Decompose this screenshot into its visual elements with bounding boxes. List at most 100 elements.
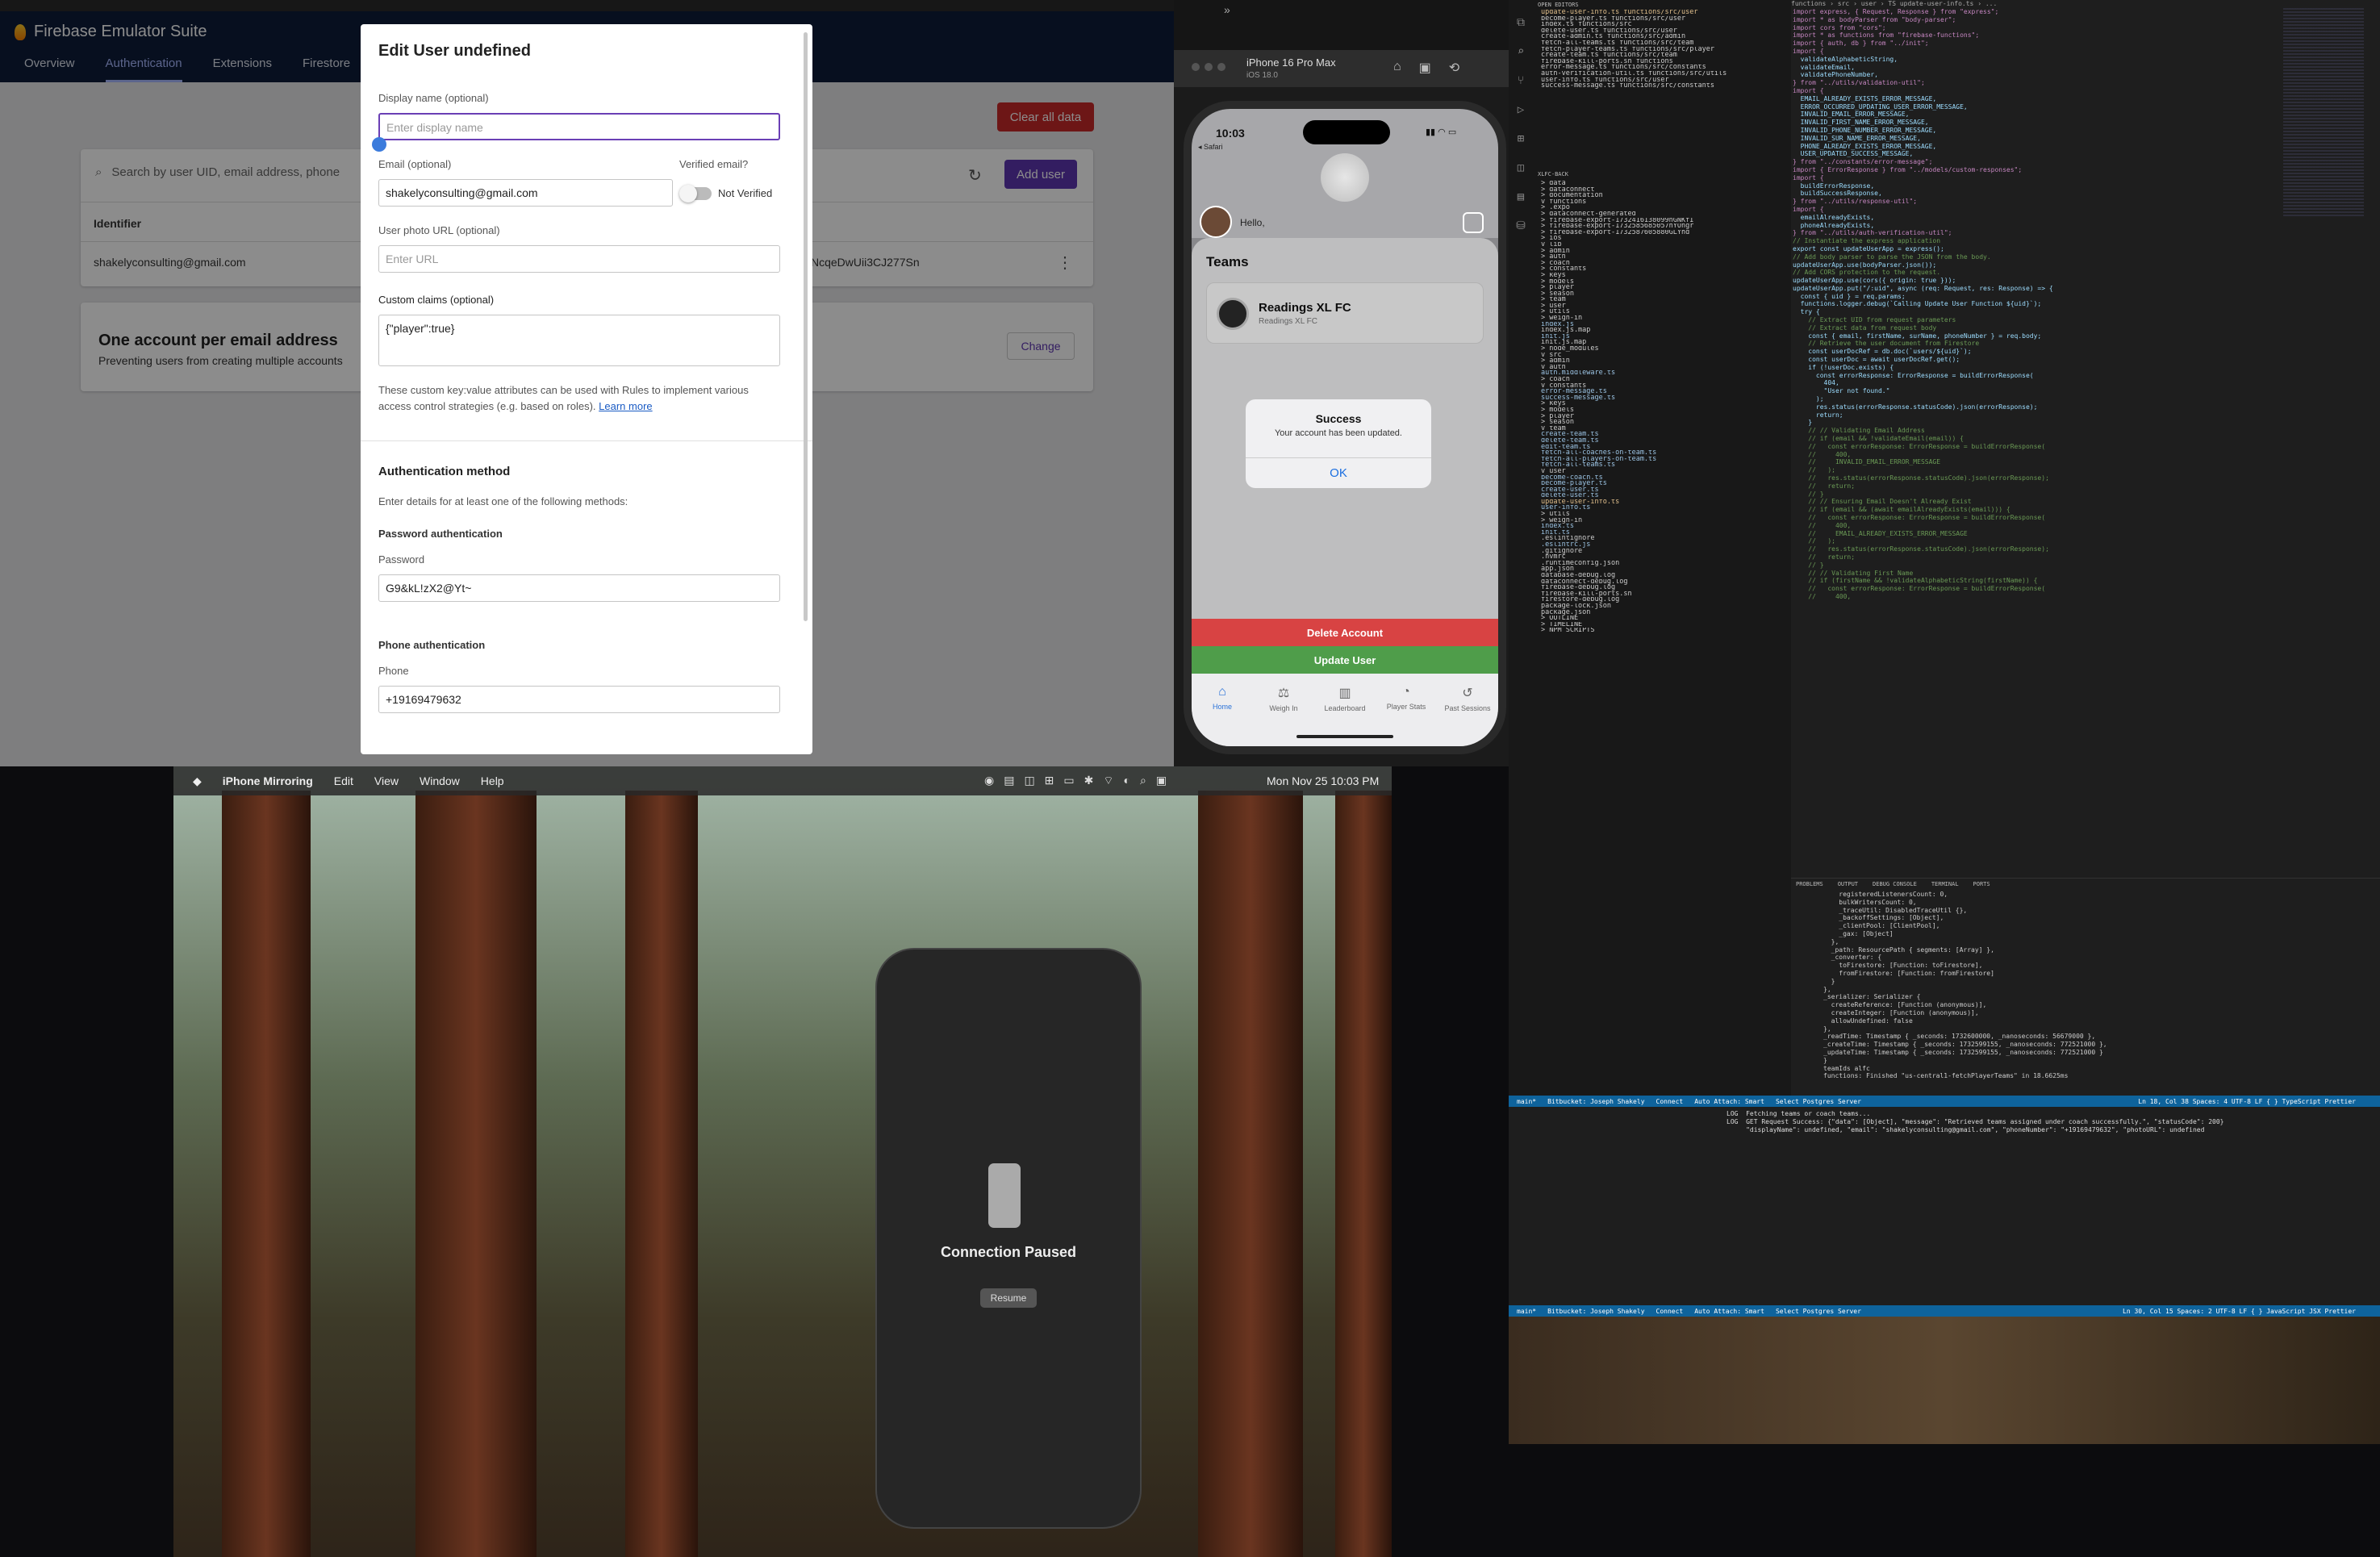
tree-item[interactable]: > keys — [1541, 401, 1783, 407]
terminal-line[interactable]: }, — [1823, 938, 2356, 946]
code-line[interactable]: // EMAIL_ALREADY_EXISTS_ERROR_MESSAGE — [1793, 530, 2228, 538]
code-line[interactable]: emailAlreadyExists, — [1793, 214, 2228, 222]
tree-item[interactable]: > admin — [1541, 248, 1783, 255]
log-line[interactable]: "displayName": undefined, "email": "shak… — [1727, 1126, 2380, 1134]
code-line[interactable]: try { — [1793, 308, 2228, 316]
terminal-line[interactable]: _readTime: Timestamp { _seconds: 1732600… — [1823, 1033, 2356, 1041]
panel-tab[interactable]: PROBLEMS — [1796, 881, 1823, 887]
terminal-line[interactable]: createInteger: [Function (anonymous)], — [1823, 1009, 2356, 1017]
auto-attach-2[interactable]: Auto Attach: Smart — [1694, 1308, 1764, 1315]
terminal-line[interactable]: _gax: [Object] — [1823, 930, 2356, 938]
tree-item[interactable]: update-user-info.ts — [1541, 499, 1783, 506]
tree-item[interactable]: > ios — [1541, 236, 1783, 242]
terminal-line[interactable]: }, — [1823, 1025, 2356, 1033]
panel-tabs[interactable]: PROBLEMS OUTPUT DEBUG CONSOLE TERMINAL PORTS — [1791, 878, 2380, 889]
display-name-input[interactable]: Enter display name — [378, 113, 780, 140]
terminal-line[interactable]: functions: Finished "us-central1-fetchPl… — [1823, 1072, 2356, 1080]
tree-item[interactable]: > user — [1541, 303, 1783, 310]
code-line[interactable]: // res.status(errorResponse.statusCode).… — [1793, 545, 2228, 553]
menu-view[interactable]: View — [374, 774, 399, 787]
tree-item[interactable]: auth.middleware.ts — [1541, 370, 1783, 377]
code-line[interactable]: const { uid } = req.params; — [1793, 293, 2228, 301]
code-line[interactable]: import { — [1793, 174, 2228, 182]
panel-tab[interactable]: TERMINAL — [1931, 881, 1959, 887]
code-line[interactable]: // res.status(errorResponse.statusCode).… — [1793, 474, 2228, 482]
tree-item[interactable]: firebase-debug.log — [1541, 585, 1783, 591]
tree-item[interactable]: success-message.ts — [1541, 395, 1783, 402]
open-editor-item[interactable]: success-message.ts functions/src/constan… — [1541, 83, 1783, 90]
tree-item[interactable]: v functions — [1541, 199, 1783, 206]
code-line[interactable]: // if (email && (await emailAlreadyExist… — [1793, 506, 2228, 514]
terminal-line[interactable]: _converter: { — [1823, 954, 2356, 962]
code-line[interactable]: import express, { Request, Response } fr… — [1793, 8, 2228, 16]
code-line[interactable]: const userDoc = await userDocRef.get(); — [1793, 356, 2228, 364]
open-editor-item[interactable]: create-team.ts functions/src/team — [1541, 52, 1783, 59]
bitbucket[interactable]: Bitbucket: Joseph Shakely — [1547, 1098, 1644, 1105]
open-editor-item[interactable]: create-admin.ts functions/src/admin — [1541, 34, 1783, 40]
code-line[interactable]: USER_UPDATED_SUCCESS_MESSAGE, — [1793, 150, 2228, 158]
connect[interactable]: Connect — [1656, 1098, 1684, 1105]
panel-tab[interactable]: OUTPUT — [1838, 881, 1858, 887]
open-editors-list[interactable]: update-user-info.ts functions/src/user be… — [1541, 10, 1783, 90]
code-line[interactable]: // return; — [1793, 482, 2228, 490]
code-line[interactable]: // Add body parser to parse the JSON fro… — [1793, 253, 2228, 261]
menu-edit[interactable]: Edit — [334, 774, 353, 787]
code-line[interactable]: functions.logger.debug(`Calling Update U… — [1793, 300, 2228, 308]
open-editor-item[interactable]: firebase-kill-ports.sh functions — [1541, 59, 1783, 65]
terminal-line[interactable]: createReference: [Function (anonymous)], — [1823, 1001, 2356, 1009]
tree-item[interactable]: v team — [1541, 426, 1783, 432]
tree-item[interactable]: index.js — [1541, 322, 1783, 328]
code-line[interactable]: INVALID_FIRST_NAME_ERROR_MESSAGE, — [1793, 119, 2228, 127]
menubar-status-icons[interactable]: ◉▤◫⊞▭✱⌔◐⌕▣ — [984, 774, 1176, 788]
open-editor-item[interactable]: fetch-all-teams.ts functions/src/team — [1541, 40, 1783, 47]
code-line[interactable]: import * as functions from "firebase-fun… — [1793, 31, 2228, 40]
open-editor-item[interactable]: fetch-player-teams.ts functions/src/play… — [1541, 47, 1783, 53]
tree-item[interactable]: > utils — [1541, 309, 1783, 315]
code-line[interactable]: } from "../utils/response-util"; — [1793, 198, 2228, 206]
code-line[interactable]: // 400, — [1793, 522, 2228, 530]
photo-url-input[interactable]: Enter URL — [378, 245, 780, 273]
tree-item[interactable]: database-debug.log — [1541, 573, 1783, 579]
code-line[interactable]: // // Validating Email Address — [1793, 427, 2228, 435]
menu-help[interactable]: Help — [481, 774, 504, 787]
tree-item[interactable]: v src — [1541, 353, 1783, 359]
dialog-scrollbar[interactable] — [804, 32, 808, 621]
tree-item[interactable]: > node_modules — [1541, 346, 1783, 353]
tab-home[interactable]: ⌂ Home — [1194, 685, 1251, 746]
terminal-line[interactable]: allowUndefined: false — [1823, 1017, 2356, 1025]
terminal-line[interactable]: } — [1823, 978, 2356, 986]
tree-item[interactable]: > season — [1541, 420, 1783, 426]
code-line[interactable]: EMAIL_ALREADY_EXISTS_ERROR_MESSAGE, — [1793, 95, 2228, 103]
claims-textarea[interactable]: {"player":true} — [378, 315, 780, 366]
tree-item[interactable]: edit-team.ts — [1541, 445, 1783, 451]
tree-item[interactable]: fetch-all-teams.ts — [1541, 462, 1783, 469]
logout-icon[interactable] — [1463, 212, 1484, 233]
tree-item[interactable]: init.js.map — [1541, 340, 1783, 346]
code-line[interactable]: const userDocRef = db.doc(`users/${uid}`… — [1793, 348, 2228, 356]
tree-item[interactable]: > .expo — [1541, 205, 1783, 211]
code-line[interactable]: // Retrieve the user document from Fires… — [1793, 340, 2228, 348]
code-line[interactable]: // Instantiate the express application — [1793, 237, 2228, 245]
tree-item[interactable]: > documentation — [1541, 193, 1783, 199]
tree-item[interactable]: index.ts — [1541, 524, 1783, 530]
terminal-line[interactable]: } — [1823, 1057, 2356, 1065]
tree-item[interactable]: index.js.map — [1541, 328, 1783, 334]
traffic-lights[interactable] — [1192, 63, 1225, 71]
code-line[interactable]: // Add CORS protection to the request. — [1793, 269, 2228, 277]
password-input[interactable]: G9&kL!zX2@Yt~ — [378, 574, 780, 602]
panel-tab[interactable]: DEBUG CONSOLE — [1873, 881, 1917, 887]
tree-item[interactable]: > TIMELINE — [1541, 622, 1783, 628]
delete-account-button[interactable]: Delete Account — [1192, 619, 1498, 646]
terminal-line[interactable]: _path: ResourcePath { segments: [Array] … — [1823, 946, 2356, 954]
panel-tab[interactable]: PORTS — [1973, 881, 1990, 887]
tree-item[interactable]: init.js — [1541, 334, 1783, 340]
terminal-line[interactable]: teamIds alfc — [1823, 1065, 2356, 1073]
tree-item[interactable]: package.json — [1541, 610, 1783, 616]
home-icon[interactable]: ⌂ — [1393, 60, 1401, 76]
terminal-line[interactable]: fromFirestore: [Function: fromFirestore] — [1823, 970, 2356, 978]
tree-item[interactable]: > season — [1541, 291, 1783, 298]
tree-item[interactable]: v user — [1541, 469, 1783, 475]
tree-item[interactable]: .eslintrc.js — [1541, 542, 1783, 549]
open-editor-item[interactable]: delete-user.ts functions/src/user — [1541, 28, 1783, 35]
tree-item[interactable]: delete-user.ts — [1541, 493, 1783, 499]
